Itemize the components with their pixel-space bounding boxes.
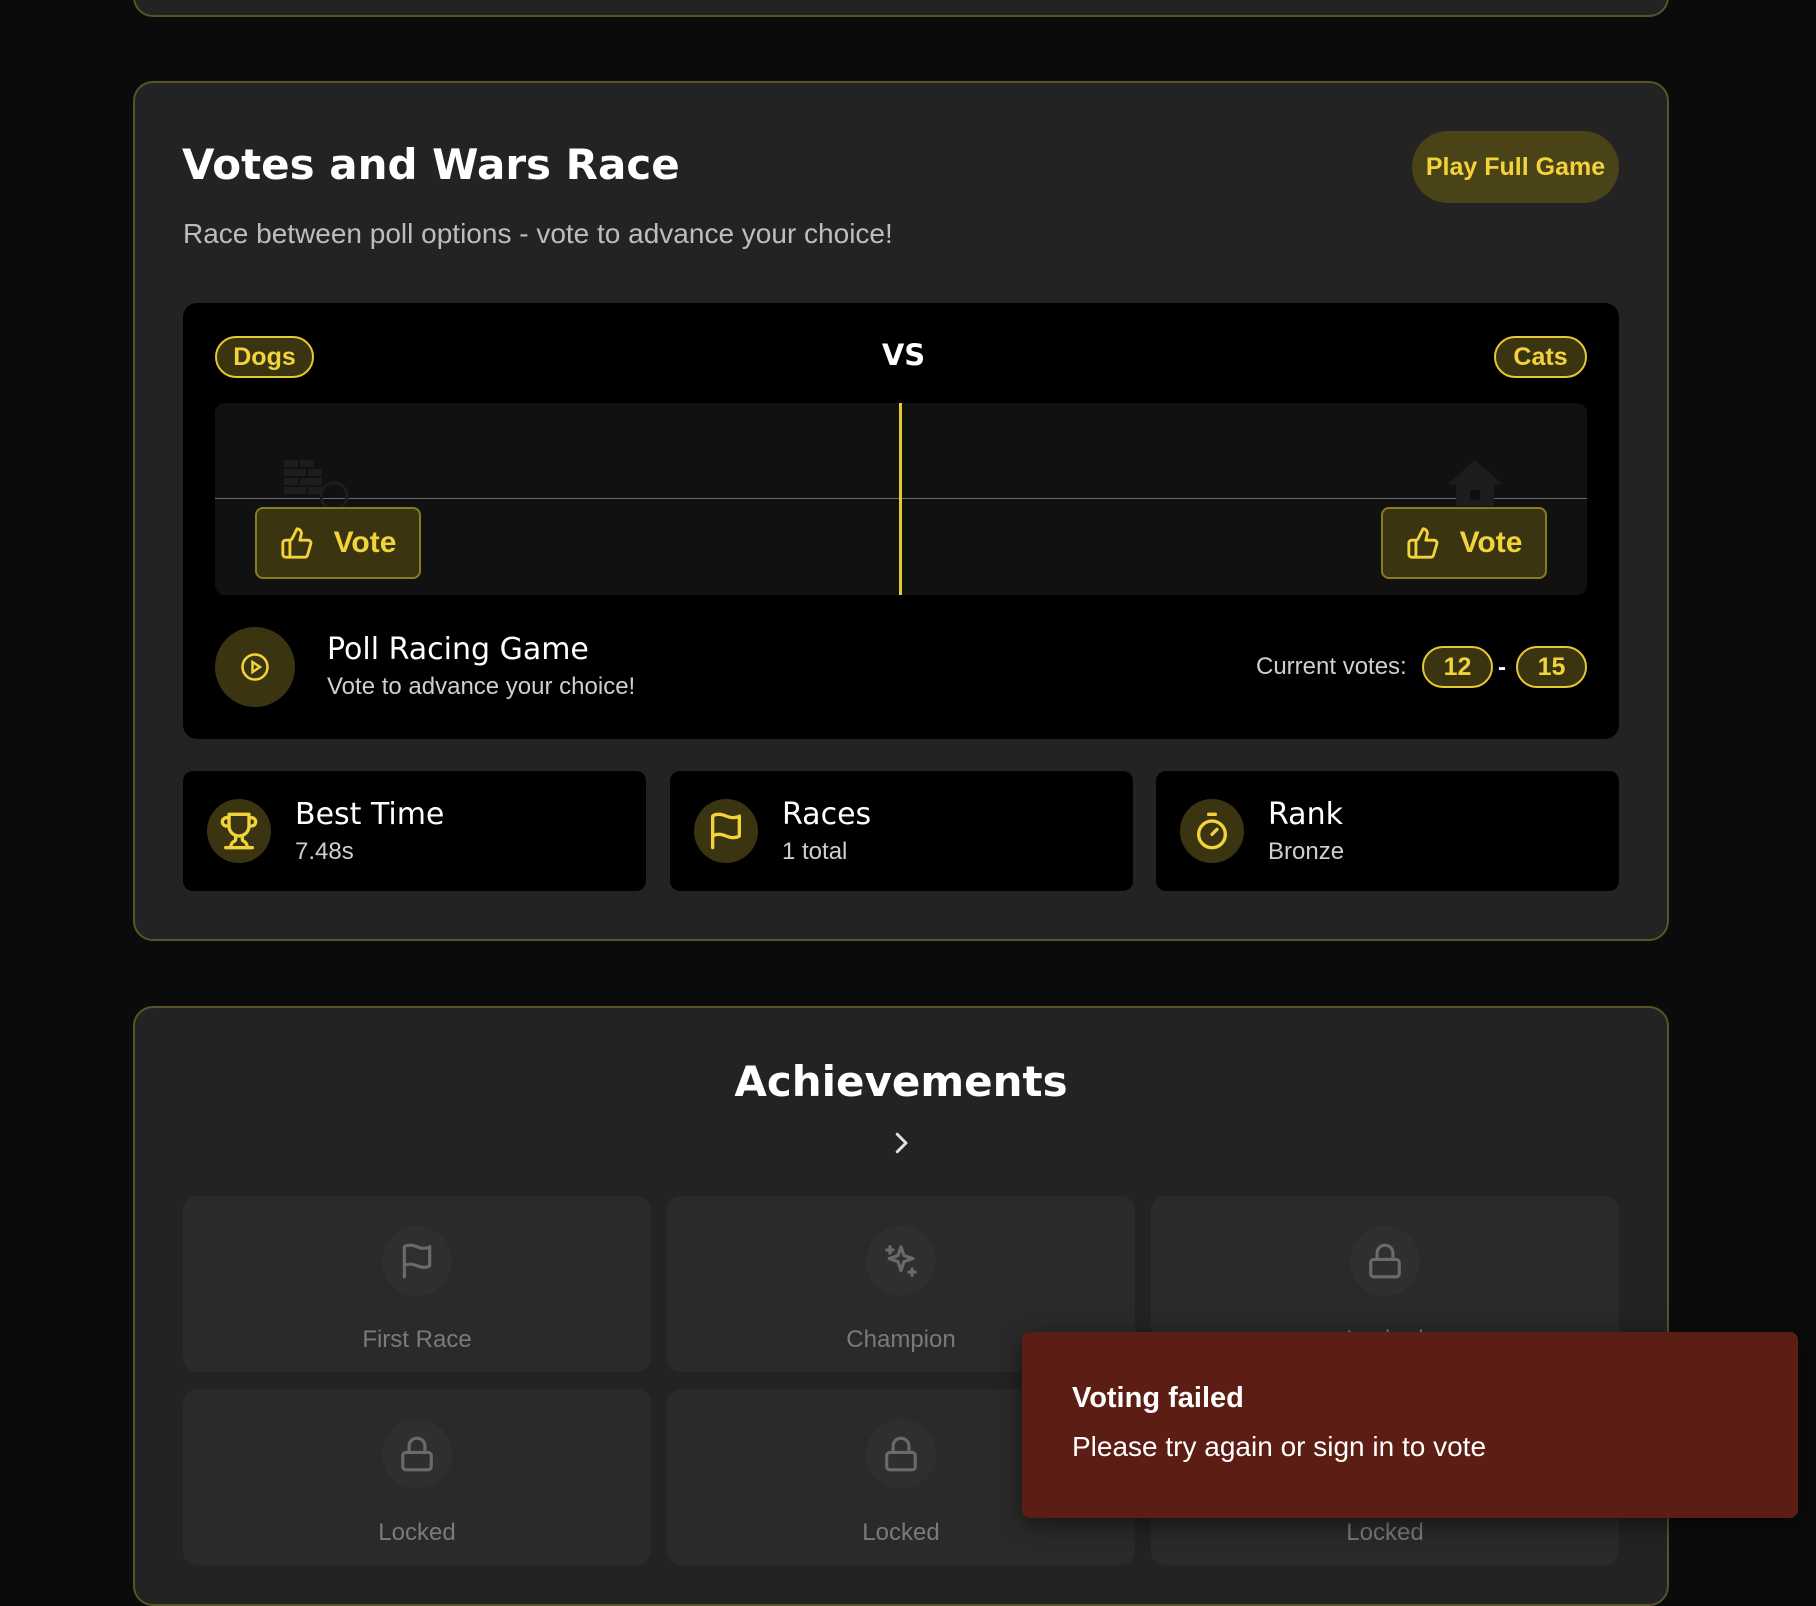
achievement-card-locked: Locked <box>183 1389 651 1565</box>
play-full-game-button[interactable]: Play Full Game <box>1412 131 1619 203</box>
stopwatch-icon <box>1197 812 1227 850</box>
lock-icon-wrap <box>382 1419 452 1489</box>
vote-left-button[interactable]: Vote <box>255 507 421 579</box>
current-votes-label: Current votes: <box>1256 653 1407 680</box>
vote-right-button[interactable]: Vote <box>1381 507 1547 579</box>
votes-left-count: 12 <box>1422 646 1493 688</box>
stopwatch-icon-wrap <box>1180 799 1244 863</box>
finish-line <box>899 403 902 595</box>
toast-title: Voting failed <box>1072 1382 1244 1414</box>
vs-label: VS <box>881 338 926 372</box>
lock-icon <box>1369 1243 1401 1279</box>
lock-icon <box>401 1436 433 1472</box>
stat-title: Best Time <box>295 797 445 832</box>
toast-message: Please try again or sign in to vote <box>1072 1431 1487 1462</box>
sparkle-icon-wrap <box>866 1226 936 1296</box>
error-toast[interactable]: Voting failed Please try again or sign i… <box>1022 1332 1798 1518</box>
stat-value: 7.48s <box>295 838 354 865</box>
vote-right-label: Vote <box>1459 526 1523 559</box>
flag-icon-wrap <box>382 1226 452 1296</box>
thumbs-up-icon <box>1407 527 1438 559</box>
achievement-label: Locked <box>1346 1519 1424 1546</box>
sparkle-icon <box>885 1245 917 1277</box>
game-play-icon-wrap <box>215 627 295 707</box>
option-left-badge: Dogs <box>215 336 314 378</box>
achievement-label: First Race <box>362 1326 472 1353</box>
house-icon <box>1448 460 1502 506</box>
votes-right-count: 15 <box>1516 646 1587 688</box>
flag-icon <box>711 812 741 850</box>
stat-card-races: Races 1 total <box>670 771 1133 891</box>
vote-left-label: Vote <box>333 526 397 559</box>
option-right-badge: Cats <box>1494 336 1587 378</box>
lock-icon-wrap <box>1350 1226 1420 1296</box>
stat-card-rank: Rank Bronze <box>1156 771 1619 891</box>
game-subtitle: Vote to advance your choice! <box>327 673 636 700</box>
thumbs-up-icon <box>281 527 312 559</box>
trophy-icon <box>220 812 258 850</box>
stat-value: Bronze <box>1268 838 1345 865</box>
brick-wall-icon <box>284 460 349 510</box>
achievement-card-first-race: First Race <box>183 1196 651 1372</box>
race-subtitle: Race between poll options - vote to adva… <box>183 218 893 249</box>
stat-card-best-time: Best Time 7.48s <box>183 771 646 891</box>
lock-icon <box>885 1436 917 1472</box>
achievement-label: Locked <box>862 1519 940 1546</box>
lock-icon-wrap <box>866 1419 936 1489</box>
flag-icon-wrap <box>694 799 758 863</box>
flag-icon <box>402 1243 432 1279</box>
votes-separator: - <box>1498 654 1506 681</box>
game-title: Poll Racing Game <box>327 632 589 667</box>
achievements-title: Achievements <box>734 1057 1068 1106</box>
stat-value: 1 total <box>782 838 848 865</box>
achievement-label: Locked <box>378 1519 456 1546</box>
stat-title: Races <box>782 797 872 832</box>
chevron-right-icon[interactable] <box>886 1128 916 1158</box>
stat-title: Rank <box>1268 797 1343 832</box>
trophy-icon-wrap <box>207 799 271 863</box>
play-circle-icon <box>241 653 269 681</box>
race-title: Votes and Wars Race <box>182 140 680 189</box>
previous-card <box>133 0 1669 17</box>
